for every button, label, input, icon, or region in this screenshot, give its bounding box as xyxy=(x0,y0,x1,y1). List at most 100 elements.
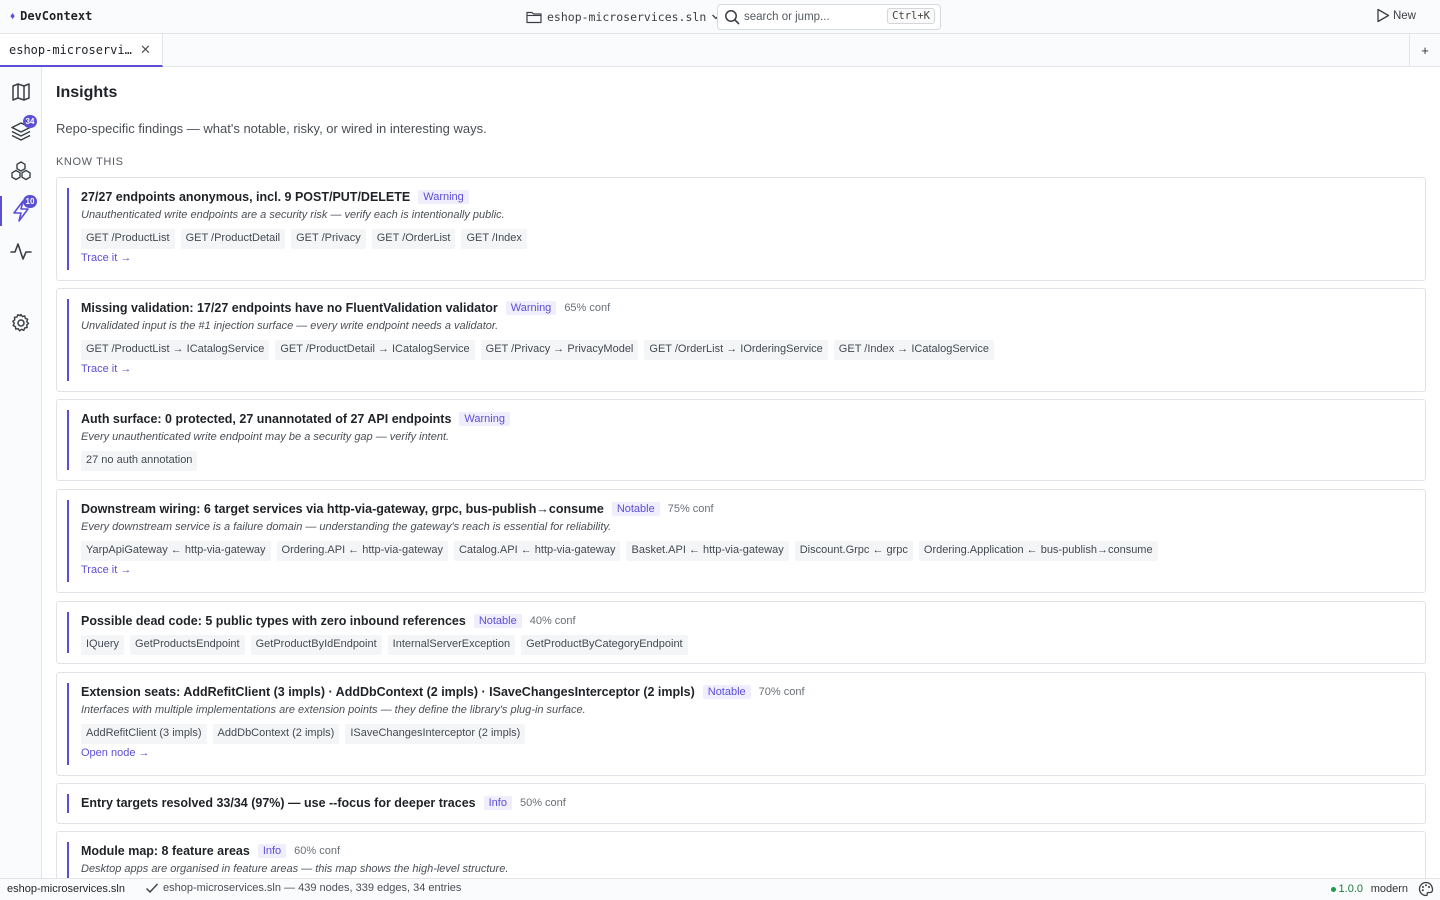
play-icon xyxy=(1377,8,1390,23)
insight-description: Every unauthenticated write endpoint may… xyxy=(81,431,450,443)
tab-bar: eshop-microservices.sln ✕ + xyxy=(0,34,1440,67)
insight-card: Extension seats: AddRefitClient (3 impls… xyxy=(56,672,1426,776)
insights-panel: Insights Repo-specific findings — what's… xyxy=(42,67,1440,878)
status-message: eshop-microservices.sln — 439 nodes, 339… xyxy=(145,882,461,894)
sidebar-item-layers[interactable]: 34 xyxy=(0,114,42,148)
confidence-label: 75% conf xyxy=(667,503,714,515)
close-icon[interactable]: ✕ xyxy=(140,42,151,58)
search-box[interactable]: Ctrl+K xyxy=(717,4,941,30)
sidebar-item-components[interactable] xyxy=(0,154,42,188)
endpoint-chip[interactable]: GET /ProductList xyxy=(81,229,175,249)
service-chip[interactable]: Basket.API ← http-via-gateway xyxy=(626,541,789,561)
app-brand: ♦ DevContext xyxy=(10,9,92,23)
insights-badge: 10 xyxy=(23,195,37,208)
type-chip[interactable]: GetProductByCategoryEndpoint xyxy=(521,635,688,655)
extension-chip[interactable]: ISaveChangesInterceptor (2 impls) xyxy=(345,724,526,744)
confidence-label: 60% conf xyxy=(294,845,341,857)
app-title: DevContext xyxy=(20,9,93,23)
page-title: Insights xyxy=(56,84,118,101)
tab-label: eshop-microservices.sln xyxy=(9,42,133,57)
endpoint-chip[interactable]: GET /ProductDetail xyxy=(180,229,286,249)
summary-chip[interactable]: 27 no auth annotation xyxy=(81,451,198,471)
service-chip[interactable]: Ordering.Application ← bus-publish→consu… xyxy=(918,541,1158,561)
severity-badge: Info xyxy=(257,844,287,858)
confidence-label: 40% conf xyxy=(529,615,576,627)
insight-title: Auth surface: 0 protected, 27 unannotate… xyxy=(81,412,452,426)
endpoint-chip[interactable]: GET /Privacy xyxy=(291,229,366,249)
insight-card: Auth surface: 0 protected, 27 unannotate… xyxy=(56,399,1426,481)
endpoint-chip[interactable]: GET /Index xyxy=(461,229,527,249)
sidebar-item-insights[interactable]: 10 xyxy=(0,194,42,228)
top-bar: ♦ DevContext eshop-microservices.sln Ctr… xyxy=(0,0,1440,34)
section-label: KNOW THIS xyxy=(56,156,124,168)
extension-chip[interactable]: AddDbContext (2 impls) xyxy=(212,724,340,744)
insight-description: Desktop apps are organised in feature ar… xyxy=(81,863,509,875)
severity-badge: Warning xyxy=(459,412,510,426)
type-chip[interactable]: GetProductsEndpoint xyxy=(130,635,245,655)
insight-card: Missing validation: 17/27 endpoints have… xyxy=(56,288,1426,392)
new-button[interactable]: New xyxy=(1376,8,1416,23)
insight-card: Module map: 8 feature areas Info 60% con… xyxy=(56,831,1426,878)
insight-card: Downstream wiring: 6 target services via… xyxy=(56,489,1426,593)
insight-title: 27/27 endpoints anonymous, incl. 9 POST/… xyxy=(81,190,411,204)
insight-title: Extension seats: AddRefitClient (3 impls… xyxy=(81,685,695,699)
status-bar: eshop-microservices.sln eshop-microservi… xyxy=(0,878,1440,900)
severity-badge: Notable xyxy=(702,685,751,699)
insight-title: Module map: 8 feature areas xyxy=(81,844,250,858)
extension-chip[interactable]: AddRefitClient (3 impls) xyxy=(81,724,207,744)
endpoint-chip[interactable]: GET /OrderList → IOrderingService xyxy=(644,340,828,360)
page-subtitle: Repo-specific findings — what's notable,… xyxy=(56,121,487,136)
add-tab-button[interactable]: + xyxy=(1409,34,1440,67)
severity-badge: Warning xyxy=(505,301,557,315)
type-chip[interactable]: InternalServerException xyxy=(387,635,516,655)
components-icon xyxy=(11,161,31,181)
insight-card: 27/27 endpoints anonymous, incl. 9 POST/… xyxy=(56,177,1426,281)
insight-card: Possible dead code: 5 public types with … xyxy=(56,601,1426,664)
sidebar-item-activity[interactable] xyxy=(0,234,42,268)
confidence-label: 70% conf xyxy=(758,686,805,698)
endpoint-chip[interactable]: GET /Index → ICatalogService xyxy=(833,340,994,360)
status-file: eshop-microservices.sln xyxy=(7,883,125,895)
version-label: 1.0.0 xyxy=(1338,883,1363,895)
palette-icon[interactable] xyxy=(1418,881,1434,900)
service-chip[interactable]: Catalog.API ← http-via-gateway xyxy=(453,541,621,561)
plus-icon: + xyxy=(1421,43,1429,58)
insight-description: Every downstream service is a failure do… xyxy=(81,521,612,533)
search-input[interactable] xyxy=(744,11,884,23)
insight-title: Possible dead code: 5 public types with … xyxy=(81,614,466,628)
diamond-icon: ♦ xyxy=(10,10,16,22)
open-node-link[interactable]: Open node → xyxy=(81,747,150,759)
trace-link[interactable]: Trace it → xyxy=(81,564,131,576)
endpoint-chip[interactable]: GET /OrderList xyxy=(371,229,456,249)
confidence-label: 65% conf xyxy=(564,302,611,314)
sidebar-item-map[interactable] xyxy=(0,75,42,109)
folder-icon xyxy=(526,11,542,24)
insight-title: Missing validation: 17/27 endpoints have… xyxy=(81,301,498,315)
status-dot-icon xyxy=(1330,886,1336,892)
service-chip[interactable]: Ordering.API ← http-via-gateway xyxy=(276,541,448,561)
sidebar: 34 10 xyxy=(0,67,42,878)
type-chip[interactable]: GetProductByIdEndpoint xyxy=(250,635,382,655)
status-version: 1.0.0 xyxy=(1330,883,1363,895)
endpoint-chip[interactable]: GET /ProductList → ICatalogService xyxy=(81,340,270,360)
insight-description: Interfaces with multiple implementations… xyxy=(81,704,586,716)
severity-badge: Info xyxy=(483,796,512,810)
layers-badge: 34 xyxy=(23,115,37,128)
insight-description: Unauthenticated write endpoints are a se… xyxy=(81,209,505,221)
search-shortcut: Ctrl+K xyxy=(887,8,935,24)
pulse-icon xyxy=(10,243,32,260)
project-picker[interactable]: eshop-microservices.sln xyxy=(526,7,721,27)
sidebar-item-settings[interactable] xyxy=(0,306,42,340)
service-chip[interactable]: Discount.Grpc ← grpc xyxy=(794,541,913,561)
trace-link[interactable]: Trace it → xyxy=(81,252,131,264)
type-chip[interactable]: IQuery xyxy=(81,635,125,655)
map-icon xyxy=(12,83,30,101)
trace-link[interactable]: Trace it → xyxy=(81,363,131,375)
endpoint-chip[interactable]: GET /Privacy → PrivacyModel xyxy=(480,340,639,360)
confidence-label: 50% conf xyxy=(519,797,566,809)
endpoint-chip[interactable]: GET /ProductDetail → ICatalogService xyxy=(275,340,475,360)
tab-eshop-microservices[interactable]: eshop-microservices.sln ✕ xyxy=(0,34,163,67)
insight-description: Unvalidated input is the #1 injection su… xyxy=(81,320,499,332)
service-chip[interactable]: YarpApiGateway ← http-via-gateway xyxy=(81,541,271,561)
search-icon xyxy=(725,10,740,25)
